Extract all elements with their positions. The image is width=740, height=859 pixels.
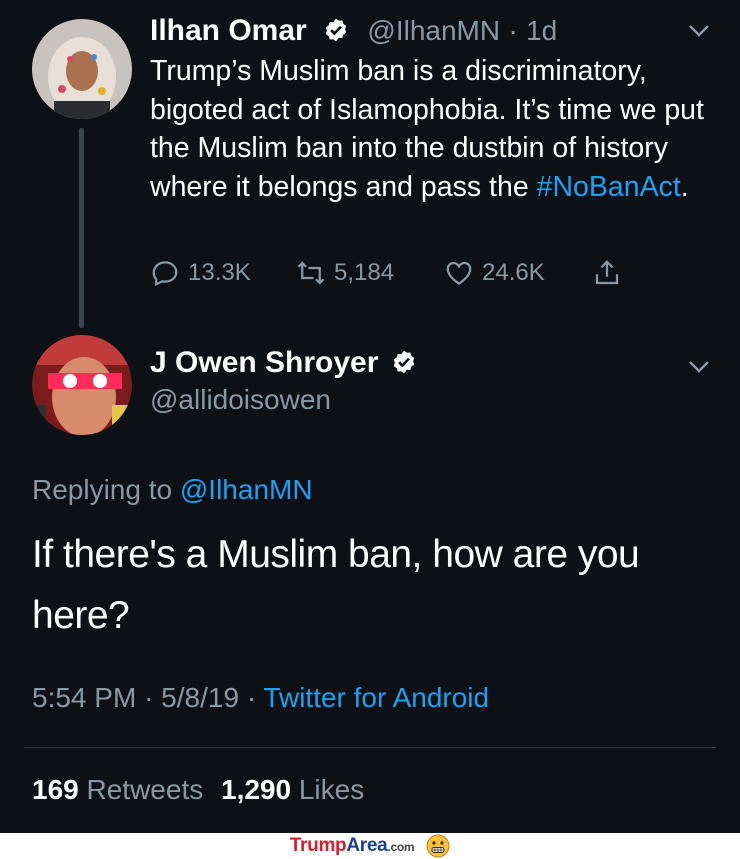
thread-line [79, 128, 84, 328]
engagement-stats: 169 Retweets 1,290 Likes [32, 774, 364, 806]
retweets-stat[interactable]: 169 Retweets [32, 774, 211, 805]
like-button[interactable]: 24.6K [444, 255, 545, 291]
brand-logo: TrumpArea.com [289, 835, 415, 857]
replying-handle-link[interactable]: @IlhanMN [180, 474, 313, 505]
tweet-thread: Ilhan Omar @IlhanMN · 1d Trump’s Muslim … [0, 0, 740, 833]
tweet-text-end: . [680, 170, 689, 203]
meta-separator: · [508, 15, 518, 46]
reply-icon [152, 261, 178, 287]
retweet-total: 169 [32, 774, 79, 805]
retweets-label: Retweets [86, 774, 204, 805]
chevron-down-icon[interactable] [688, 24, 710, 38]
brand-trump: Trump [289, 835, 347, 856]
chevron-down-icon[interactable] [688, 360, 710, 374]
reply-author-name[interactable]: J Owen Shroyer [150, 346, 378, 379]
meta-separator: · [144, 682, 154, 713]
retweet-icon [297, 261, 325, 285]
likes-label: Likes [298, 774, 365, 805]
reply-header: J Owen Shroyer [150, 346, 417, 380]
reply-meta: 5:54 PM · 5/8/19 · Twitter for Android [32, 682, 489, 714]
replying-to: Replying to @IlhanMN [32, 474, 313, 506]
like-total: 1,290 [221, 774, 292, 805]
verified-badge-icon [325, 18, 347, 42]
reply-text: If there's a Muslim ban, how are you her… [32, 533, 640, 637]
source-link[interactable]: Twitter for Android [263, 682, 489, 713]
divider [24, 747, 716, 748]
reply-time: 5:54 PM [32, 682, 137, 713]
share-button[interactable] [592, 255, 622, 291]
like-icon [446, 261, 472, 285]
replying-prefix: Replying to [32, 474, 173, 505]
tweet-time-ago: 1d [526, 15, 558, 46]
share-icon [595, 260, 619, 285]
reply-button[interactable]: 13.3K [150, 255, 251, 291]
likes-stat[interactable]: 1,290 Likes [221, 774, 364, 805]
meta-separator: · [246, 682, 257, 713]
verified-badge-icon [393, 350, 415, 374]
reply-count: 13.3K [188, 259, 251, 286]
brand-com: .com [387, 840, 415, 854]
author-name[interactable]: Ilhan Omar [150, 14, 307, 47]
tweet-text: Trump’s Muslim ban is a discriminatory, … [150, 52, 710, 206]
retweet-button[interactable]: 5,184 [296, 255, 394, 291]
retweet-count: 5,184 [334, 259, 395, 286]
reply-date: 5/8/19 [161, 682, 240, 713]
avatar-ilhan-omar[interactable] [32, 19, 132, 119]
hashtag-link[interactable]: #NoBanAct [537, 171, 681, 203]
grimace-emoji-icon [426, 834, 450, 858]
avatar-j-owen-shroyer[interactable] [32, 335, 132, 435]
brand-area: Area [346, 835, 388, 856]
tweet-header: Ilhan Omar @IlhanMN · 1d [150, 14, 557, 48]
like-count: 24.6K [482, 259, 545, 286]
watermark-footer: TrumpArea.com [0, 833, 740, 859]
reply-author-handle[interactable]: @allidoisowen [150, 384, 331, 416]
author-handle[interactable]: @IlhanMN [367, 15, 500, 46]
